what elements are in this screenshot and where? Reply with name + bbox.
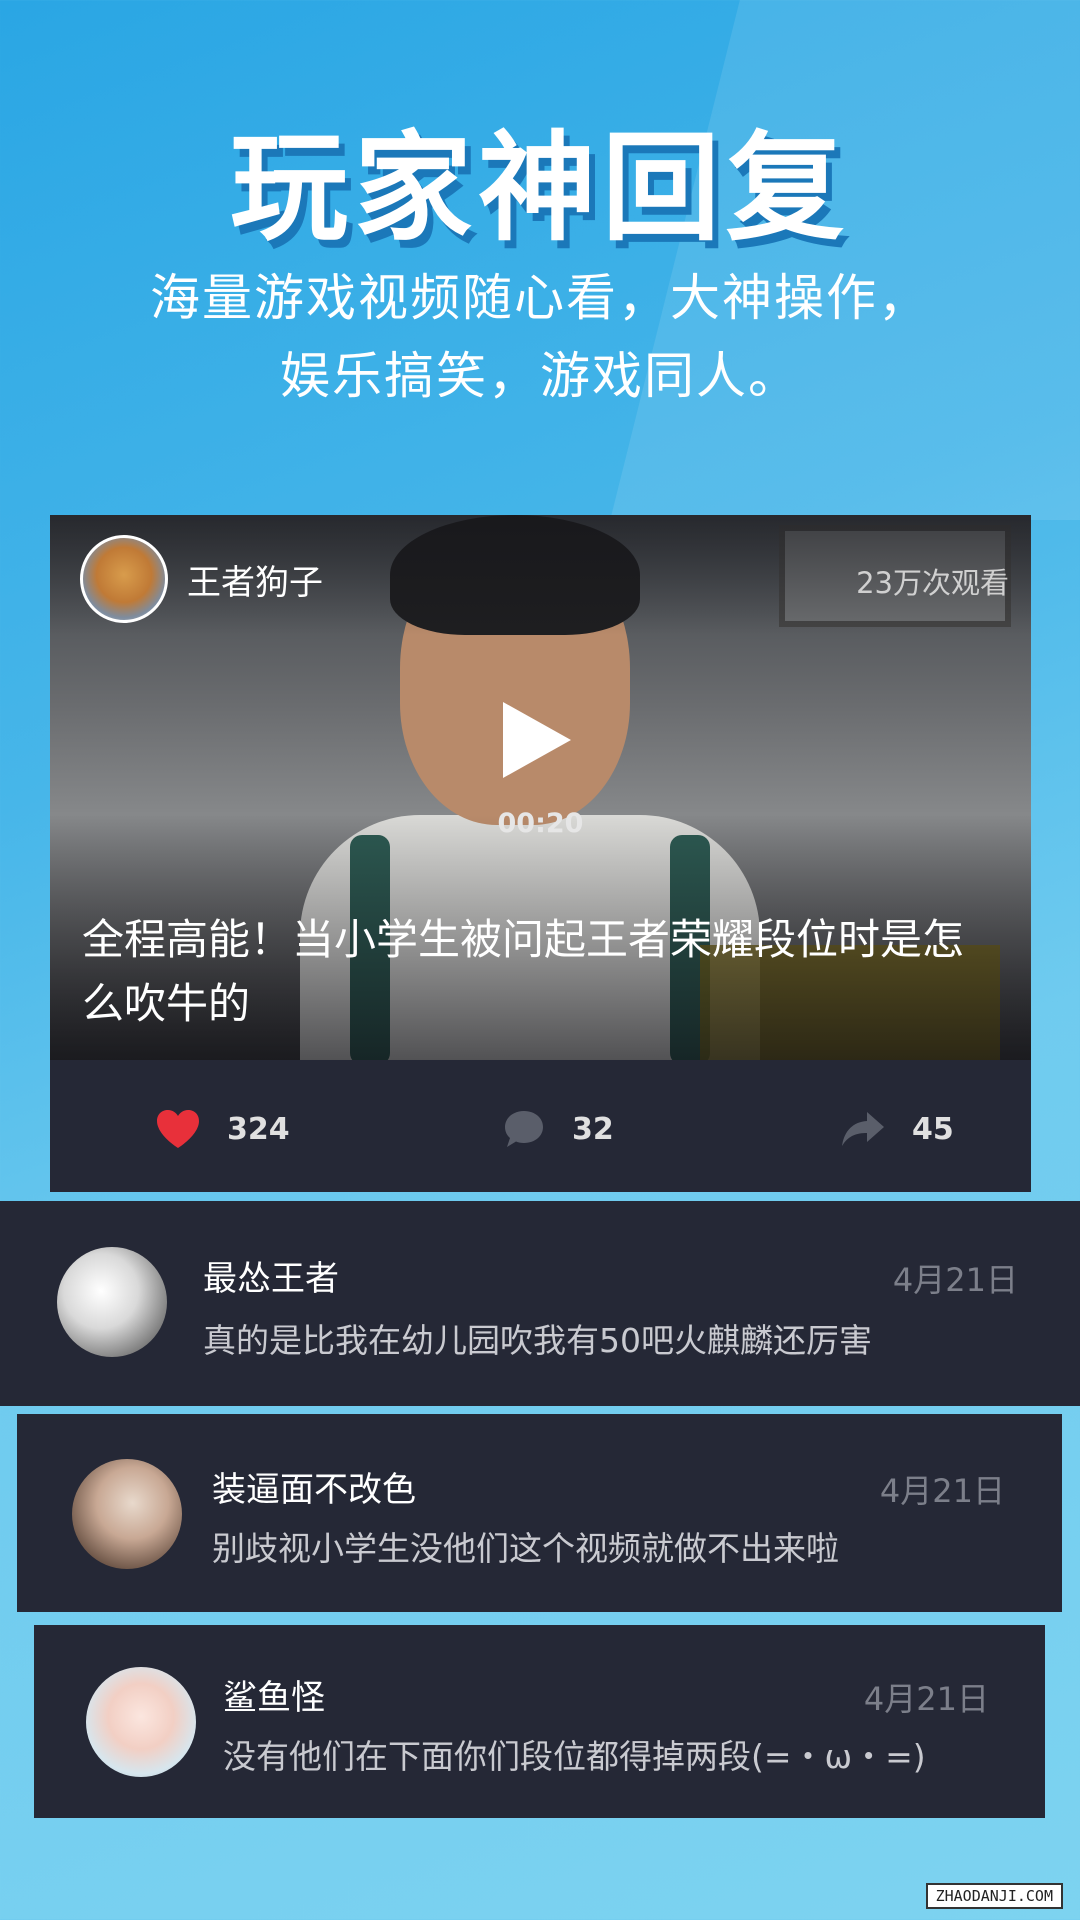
comment-text: 别歧视小学生没他们这个视频就做不出来啦 — [212, 1529, 839, 1568]
share-button[interactable]: 45 — [840, 1105, 954, 1153]
commenter-name[interactable]: 鲨鱼怪 — [223, 1670, 325, 1719]
subtitle-line-1: 海量游戏视频随心看，大神操作， — [150, 269, 930, 327]
commenter-avatar[interactable] — [72, 1459, 182, 1569]
share-count: 45 — [912, 1111, 954, 1147]
video-title[interactable]: 全程高能！当小学生被问起王者荣耀段位时是怎么吹牛的 — [82, 908, 982, 1036]
video-thumbnail[interactable]: 王者狗子 23万次观看 00:20 全程高能！当小学生被问起王者荣耀段位时是怎么… — [50, 515, 1031, 1060]
comment-date: 4月21日 — [879, 1472, 1005, 1510]
commenter-name[interactable]: 最怂王者 — [203, 1251, 339, 1300]
commenter-avatar[interactable] — [57, 1247, 167, 1357]
share-arrow-icon — [842, 1112, 884, 1146]
watermark: ZHAODANJI.COM — [925, 1883, 1063, 1909]
video-card[interactable]: 王者狗子 23万次观看 00:20 全程高能！当小学生被问起王者荣耀段位时是怎么… — [50, 515, 1031, 1192]
page-title: 玩家神回复 — [229, 119, 850, 257]
play-icon[interactable] — [503, 702, 571, 778]
video-duration: 00:20 — [497, 808, 584, 839]
view-count: 23万次观看 — [856, 566, 1009, 600]
comment-date: 4月21日 — [863, 1680, 989, 1718]
comment-button[interactable]: 32 — [502, 1105, 614, 1153]
comment-bubble-icon — [505, 1111, 543, 1147]
like-count: 324 — [227, 1111, 290, 1147]
comment-item[interactable]: 装逼面不改色 4月21日 别歧视小学生没他们这个视频就做不出来啦 — [17, 1414, 1062, 1612]
comment-item[interactable]: 鲨鱼怪 4月21日 没有他们在下面你们段位都得掉两段(=・ω・=) — [34, 1625, 1045, 1818]
comment-count: 32 — [572, 1111, 614, 1147]
heart-icon — [157, 1110, 199, 1148]
author-name[interactable]: 王者狗子 — [187, 555, 323, 604]
subtitle-line-2: 娱乐搞笑，游戏同人。 — [280, 347, 800, 405]
like-button[interactable]: 324 — [155, 1105, 290, 1153]
video-stats-bar: 324 32 45 — [50, 1060, 1031, 1192]
commenter-name[interactable]: 装逼面不改色 — [212, 1462, 416, 1511]
comment-text: 真的是比我在幼儿园吹我有50吧火麒麟还厉害 — [203, 1321, 872, 1360]
commenter-avatar[interactable] — [86, 1667, 196, 1777]
comment-date: 4月21日 — [892, 1261, 1018, 1299]
comment-item[interactable]: 最怂王者 4月21日 真的是比我在幼儿园吹我有50吧火麒麟还厉害 — [0, 1201, 1080, 1406]
comment-text: 没有他们在下面你们段位都得掉两段(=・ω・=) — [223, 1737, 926, 1776]
author-avatar[interactable] — [80, 535, 168, 623]
